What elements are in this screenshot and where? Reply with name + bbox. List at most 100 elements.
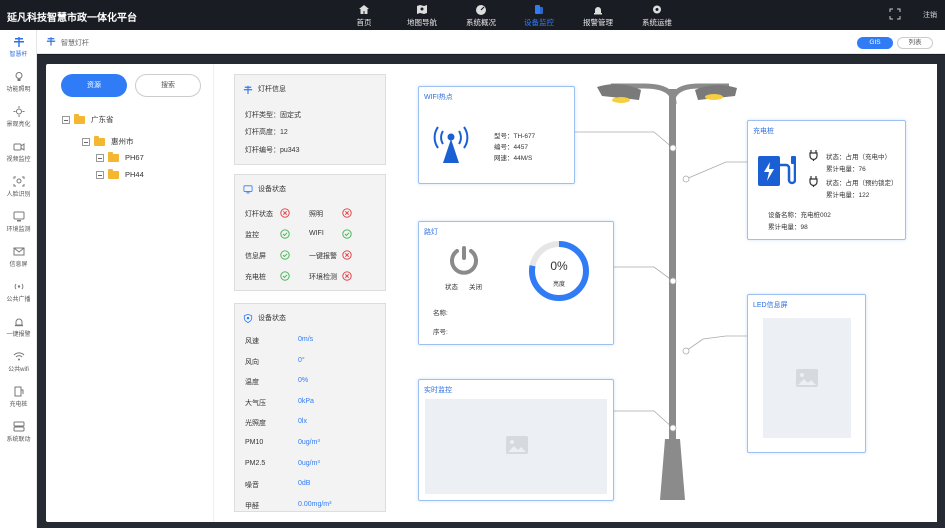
error-icon bbox=[280, 208, 290, 218]
sidebar-item-alarm[interactable]: 一键报警 bbox=[0, 316, 37, 338]
sidebar-item-landscape[interactable]: 景观亮化 bbox=[0, 106, 37, 128]
status-label: WIFI bbox=[309, 230, 324, 237]
home-icon bbox=[359, 5, 369, 14]
status-label: 信息屏 bbox=[245, 253, 266, 260]
wifi-speed: 网速：44M/S bbox=[494, 155, 533, 162]
image-icon bbox=[506, 436, 528, 454]
bulb-icon bbox=[15, 72, 22, 81]
sidebar-item-label: 功能照明 bbox=[6, 87, 31, 93]
list-view-button[interactable]: 列表 bbox=[897, 37, 933, 49]
env-value: 0dB bbox=[298, 480, 311, 488]
video-placeholder[interactable] bbox=[425, 399, 607, 494]
image-icon bbox=[796, 369, 818, 387]
nav-device-monitor[interactable]: 设备监控 bbox=[513, 0, 565, 30]
tree-node-city[interactable]: 惠州市 bbox=[82, 136, 134, 147]
collapse-toggle[interactable] bbox=[82, 138, 90, 147]
error-icon bbox=[342, 271, 352, 281]
nav-overview[interactable]: 系统概况 bbox=[455, 0, 507, 30]
error-icon bbox=[342, 208, 352, 218]
logout-link[interactable]: 注销 bbox=[923, 10, 937, 20]
tree-node-ph67[interactable]: PH67 bbox=[96, 152, 144, 163]
card-title-text: 灯杆信息 bbox=[258, 86, 286, 93]
wifi-tower-icon bbox=[433, 126, 469, 163]
collapse-toggle[interactable] bbox=[62, 116, 70, 125]
sidebar: 智慧杆 功能照明 景观亮化 视频监控 人脸识别 环境监测 信息屏 公共广播 一键… bbox=[0, 30, 37, 528]
sidebar-item-lighting[interactable]: 功能照明 bbox=[0, 71, 37, 93]
sidebar-item-label: 一键报警 bbox=[6, 332, 31, 338]
led-screen-panel[interactable]: LED信息屏 bbox=[747, 294, 866, 453]
plug-icon bbox=[809, 150, 818, 161]
divider bbox=[213, 64, 214, 522]
sidebar-item-pole[interactable]: 智慧杆 bbox=[0, 36, 37, 58]
search-tab-button[interactable]: 搜索 bbox=[135, 74, 201, 97]
sidebar-item-env[interactable]: 环境监测 bbox=[0, 211, 37, 233]
env-value: 0ug/m³ bbox=[298, 459, 320, 467]
street-lamp-panel[interactable]: 路灯 状态 关闭 0% 亮度 名称: 序号: bbox=[418, 221, 614, 345]
sidebar-item-broadcast[interactable]: 公共广播 bbox=[0, 281, 37, 303]
card-title-text: 设备状态 bbox=[258, 186, 286, 193]
tree-node-label: 惠州市 bbox=[111, 137, 134, 146]
gear-icon bbox=[653, 5, 661, 14]
nav-alarm[interactable]: 报警管理 bbox=[572, 0, 624, 30]
panel-title: WIFI热点 bbox=[424, 94, 453, 101]
top-bar: 延凡科技智慧市政一体化平台 首页 地图导航 系统概况 设备监控 报警管理 系统运… bbox=[0, 0, 945, 30]
env-value: 0m/s bbox=[298, 336, 314, 343]
folder-icon bbox=[74, 114, 85, 125]
pole-icon bbox=[46, 37, 56, 46]
collapse-toggle[interactable] bbox=[96, 171, 104, 180]
sidebar-item-label: 充电桩 bbox=[9, 402, 28, 408]
resource-tab-button[interactable]: 资源 bbox=[61, 74, 127, 97]
collapse-toggle[interactable] bbox=[96, 154, 104, 163]
folder-icon bbox=[108, 152, 119, 163]
status-label: 一键报警 bbox=[309, 253, 337, 260]
card-title-text: 设备状态 bbox=[258, 315, 286, 322]
status-label: 充电桩 bbox=[245, 274, 266, 281]
port1-status: 状态：占用（充电中） bbox=[826, 154, 891, 161]
charger-total-energy: 累计电量：98 bbox=[768, 224, 808, 231]
sidebar-item-video[interactable]: 视频监控 bbox=[0, 141, 37, 163]
sidebar-item-wifi[interactable]: 公共wifi bbox=[0, 351, 37, 373]
panel-title: LED信息屏 bbox=[753, 302, 788, 309]
charger-icon bbox=[14, 386, 23, 397]
map-icon bbox=[417, 5, 427, 14]
charger-panel[interactable]: 充电桩 状态：占用（充电中） 累计电量：76 状态：占用（预约锁定） 累计电量：… bbox=[747, 120, 906, 240]
pole-number: 灯杆编号：pu343 bbox=[245, 147, 300, 154]
fullscreen-icon[interactable] bbox=[889, 8, 901, 20]
tree-node-label: PH67 bbox=[125, 153, 144, 162]
live-monitor-panel[interactable]: 实时监控 bbox=[418, 379, 614, 501]
led-placeholder[interactable] bbox=[763, 318, 851, 438]
env-value: 0kPa bbox=[298, 397, 314, 405]
device-icon bbox=[535, 5, 543, 14]
wifi-icon bbox=[13, 352, 24, 361]
power-icon[interactable] bbox=[448, 244, 480, 277]
nav-home[interactable]: 首页 bbox=[338, 0, 390, 30]
card-title: 灯杆信息 bbox=[243, 84, 286, 94]
nav-label: 报警管理 bbox=[583, 18, 613, 27]
lamp-serial-label: 序号: bbox=[433, 329, 448, 336]
sidebar-item-face[interactable]: 人脸识别 bbox=[0, 176, 37, 198]
gis-view-button[interactable]: GIS bbox=[857, 37, 893, 49]
device-status-card: 设备状态 灯杆状态 照明 监控 WIFI 信息屏 一键报警 充电桩 环境检测 bbox=[234, 174, 386, 291]
nav-ops[interactable]: 系统运维 bbox=[631, 0, 683, 30]
lamp-state-label: 状态 bbox=[445, 284, 458, 291]
nav-label: 地图导航 bbox=[407, 18, 437, 27]
env-label: 甲醛 bbox=[245, 502, 259, 510]
env-value: 0ug/m³ bbox=[298, 439, 320, 446]
sidebar-item-label: 景观亮化 bbox=[6, 122, 31, 128]
wifi-panel[interactable]: WIFI热点 型号：TH-677 编号：4457 网速：44M/S bbox=[418, 86, 575, 184]
env-label: PM10 bbox=[245, 439, 264, 446]
env-value: 0° bbox=[298, 356, 305, 364]
panel-title: 实时监控 bbox=[424, 387, 452, 394]
env-label: 光照度 bbox=[245, 420, 266, 428]
sidebar-item-screen[interactable]: 信息屏 bbox=[0, 246, 37, 268]
tree-node-ph44[interactable]: PH44 bbox=[96, 169, 144, 180]
nav-map[interactable]: 地图导航 bbox=[396, 0, 448, 30]
pole-height: 灯杆高度：12 bbox=[245, 129, 288, 136]
tree-node-province[interactable]: 广东省 bbox=[62, 114, 114, 125]
monitor-icon bbox=[243, 185, 253, 194]
nav-label: 系统概况 bbox=[466, 18, 496, 27]
nav-label: 设备监控 bbox=[524, 18, 554, 27]
sidebar-item-label: 公共广播 bbox=[6, 297, 31, 303]
sidebar-item-charger[interactable]: 充电桩 bbox=[0, 386, 37, 408]
sidebar-item-linkage[interactable]: 系统联动 bbox=[0, 421, 37, 443]
